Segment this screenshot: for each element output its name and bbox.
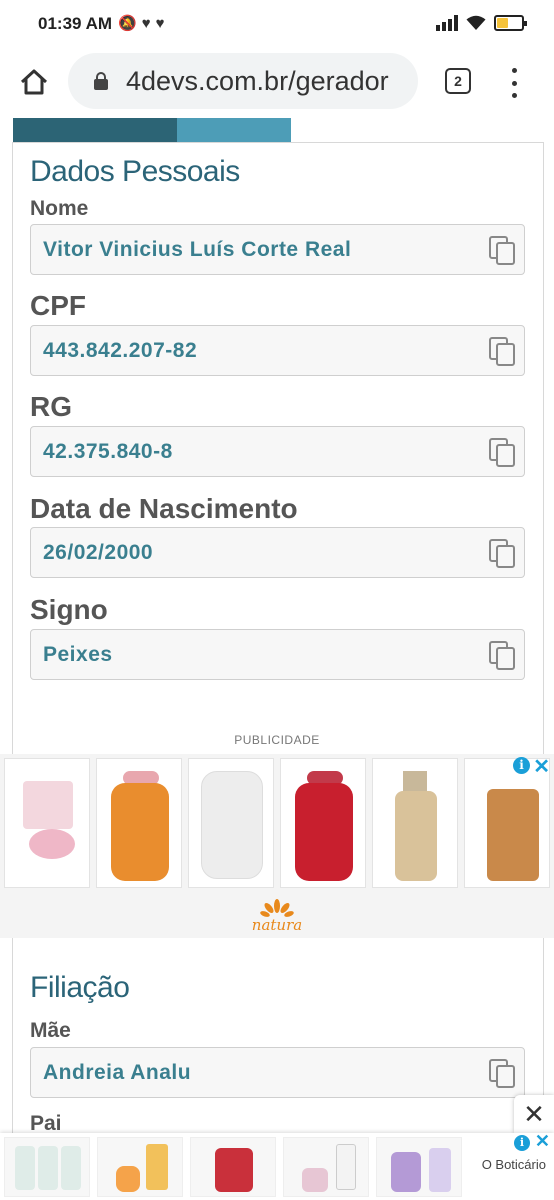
ad-close-icon[interactable]: ✕ (535, 1131, 550, 1152)
ad-product[interactable] (97, 1137, 183, 1197)
ad-info-icon[interactable]: i (514, 1135, 530, 1151)
field-label-nome: Nome (30, 197, 89, 220)
ad-info-icon[interactable]: i (513, 757, 530, 774)
ad-product[interactable] (188, 758, 274, 888)
signal-icon (436, 15, 458, 31)
ad-product[interactable] (283, 1137, 369, 1197)
home-icon (20, 69, 48, 95)
copy-icon[interactable] (488, 437, 518, 467)
ad-product[interactable] (4, 758, 90, 888)
bottom-ad-banner[interactable]: O Boticário i ✕ (0, 1131, 554, 1200)
copy-icon[interactable] (488, 640, 518, 670)
field-signo[interactable]: Peixes (30, 629, 525, 680)
field-rg[interactable]: 42.375.840-8 (30, 426, 525, 477)
section-title-filiacao: Filiação (30, 971, 130, 1004)
browser-toolbar: 4devs.com.br/gerador 2 (0, 50, 554, 116)
field-data-nascimento[interactable]: 26/02/2000 (30, 527, 525, 578)
overflow-menu-icon[interactable] (505, 68, 523, 98)
heart-icon: ♥ (141, 15, 156, 32)
lock-icon (94, 72, 108, 90)
notification-icons: 🔕♥♥ (118, 14, 170, 32)
url-text: 4devs.com.br/gerador (126, 65, 389, 96)
home-button[interactable] (14, 62, 54, 102)
field-value-rg: 42.375.840-8 (43, 440, 173, 463)
wifi-icon (466, 15, 486, 30)
ad-product[interactable] (376, 1137, 462, 1197)
status-right (436, 15, 527, 31)
status-bar: 01:39 AM 🔕♥♥ (0, 0, 554, 50)
bottom-ad-close-button[interactable]: ✕ (514, 1095, 554, 1133)
field-label-data-nascimento: Data de Nascimento (30, 493, 298, 524)
ad-product[interactable] (372, 758, 458, 888)
natura-logo[interactable]: natura (249, 898, 305, 936)
field-label-mae: Mãe (30, 1019, 71, 1042)
battery-icon (494, 15, 527, 31)
field-value-signo: Peixes (43, 643, 113, 666)
field-mae[interactable]: Andreia Analu (30, 1047, 525, 1098)
ad-label: PUBLICIDADE (234, 733, 320, 747)
ad-product[interactable] (4, 1137, 90, 1197)
section-tabs (13, 118, 293, 142)
filiacao-card (12, 938, 544, 1138)
natura-brand-text: natura (251, 916, 303, 934)
ad-close-icon[interactable]: ✕ (533, 754, 550, 779)
section-title-dados-pessoais: Dados Pessoais (30, 155, 240, 188)
field-label-rg: RG (30, 391, 72, 422)
field-value-mae: Andreia Analu (43, 1061, 192, 1084)
field-value-nome: Vitor Vinicius Luís Corte Real (43, 238, 352, 261)
copy-icon[interactable] (488, 336, 518, 366)
ad-product[interactable] (190, 1137, 276, 1197)
ad-product[interactable] (280, 758, 366, 888)
field-value-cpf: 443.842.207-82 (43, 339, 198, 362)
copy-icon[interactable] (488, 1058, 518, 1088)
field-nome[interactable]: Vitor Vinicius Luís Corte Real (30, 224, 525, 275)
tab-light[interactable] (177, 118, 291, 142)
heart-icon: ♥ (155, 15, 170, 32)
field-value-data-nascimento: 26/02/2000 (43, 541, 154, 564)
boticario-brand-text: O Boticário (481, 1157, 546, 1172)
field-label-cpf: CPF (30, 290, 86, 321)
url-bar[interactable]: 4devs.com.br/gerador (68, 53, 418, 109)
tab-switcher-button[interactable]: 2 (445, 68, 471, 94)
copy-icon[interactable] (488, 235, 518, 265)
ad-product[interactable] (96, 758, 182, 888)
field-label-signo: Signo (30, 594, 108, 625)
copy-icon[interactable] (488, 538, 518, 568)
field-cpf[interactable]: 443.842.207-82 (30, 325, 525, 376)
mute-icon: 🔕 (118, 15, 142, 32)
tab-dark[interactable] (13, 118, 177, 142)
status-time: 01:39 AM (38, 14, 113, 33)
